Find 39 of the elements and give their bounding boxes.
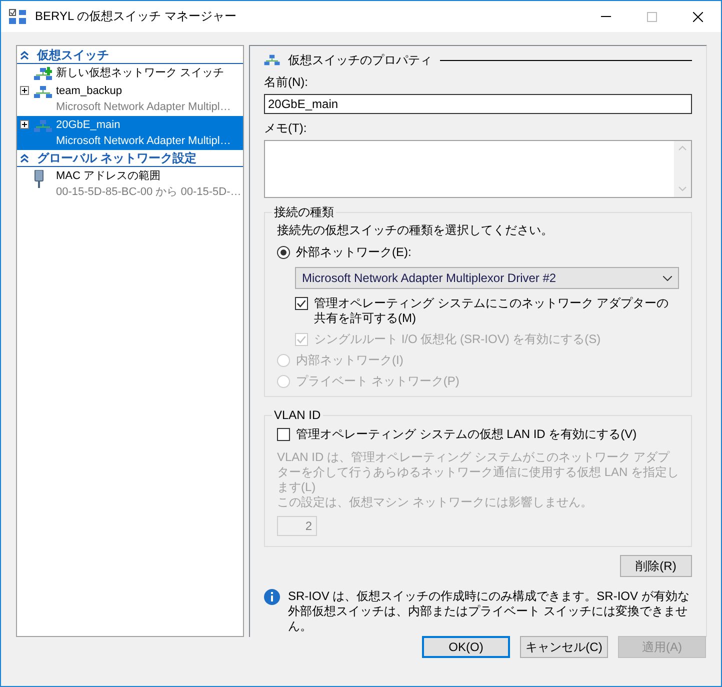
dialog-button[interactable]: キャンセル(C) — [520, 636, 608, 658]
adapter-dropdown[interactable]: Microsoft Network Adapter Multiplexor Driver #2 — [295, 267, 679, 289]
window-title: BERYL の仮想スイッチ マネージャー — [35, 9, 236, 24]
field-label: 名前(N): — [264, 75, 309, 90]
description-text: この設定は、仮想マシン ネットワークには影響しません。 — [277, 495, 594, 510]
info-text: SR-IOV は、仮想スイッチの作成時にのみ構成できます。SR-IOV が有効な外部仮想スイッチは、内部またはプライベート スイッチには変換できません。 — [288, 589, 690, 634]
app-icon — [9, 8, 27, 24]
caret-icon — [663, 276, 672, 280]
switch-list-item[interactable]: team_backup Microsoft Network Adapter Multipl… — [17, 82, 243, 116]
notes-field[interactable] — [264, 140, 692, 198]
network-icon — [34, 85, 52, 99]
switch-list-item[interactable]: 新しい仮想ネットワーク スイッチ — [17, 64, 243, 82]
checkbox[interactable] — [295, 297, 308, 310]
network-icon — [34, 119, 52, 133]
radio-button[interactable] — [277, 246, 290, 259]
switch-list-item[interactable]: MAC アドレスの範囲 00-15-5D-85-BC-00 から 00-15-5D-… — [17, 167, 243, 201]
description-text: VLAN ID は、管理オペレーティング システムがこのネットワーク アダプターを介して行うあらゆるネットワーク通信に使用する仮想 LAN を指定します(L) — [277, 450, 679, 495]
dialog-button[interactable]: OK(O) — [422, 636, 510, 658]
switch-list-item[interactable]: 20GbE_main Microsoft Network Adapter Multipl… — [17, 116, 243, 150]
scrollbar-drawing — [674, 141, 691, 197]
checkbox-option[interactable]: 管理オペレーティング システムにこのネットワーク アダプターの共有を許可する(M) — [295, 296, 679, 326]
network-icon — [264, 54, 280, 66]
info-icon — [264, 589, 280, 605]
expand-icon[interactable] — [20, 120, 29, 129]
add-network-icon — [34, 67, 52, 81]
collapse-icon[interactable] — [20, 50, 29, 60]
section-title: 仮想スイッチ — [37, 48, 109, 62]
collapse-icon[interactable] — [20, 154, 29, 162]
section-title: グローバル ネットワーク設定 — [37, 150, 196, 166]
field-label: メモ(T): — [264, 121, 308, 136]
remove-button[interactable]: 削除(R) — [620, 555, 692, 577]
name-field[interactable]: 20GbE_main — [264, 94, 692, 114]
close-icon[interactable] — [693, 12, 703, 22]
plug-icon — [34, 170, 44, 188]
instruction-text: 接続先の仮想スイッチの種類を選択してください。 — [277, 223, 554, 238]
radio-option[interactable]: 外部ネットワーク(E): — [277, 245, 679, 260]
group-title: 接続の種類 — [272, 205, 336, 220]
section-heading: 仮想スイッチのプロパティ — [288, 52, 432, 68]
expand-icon[interactable] — [20, 86, 29, 95]
